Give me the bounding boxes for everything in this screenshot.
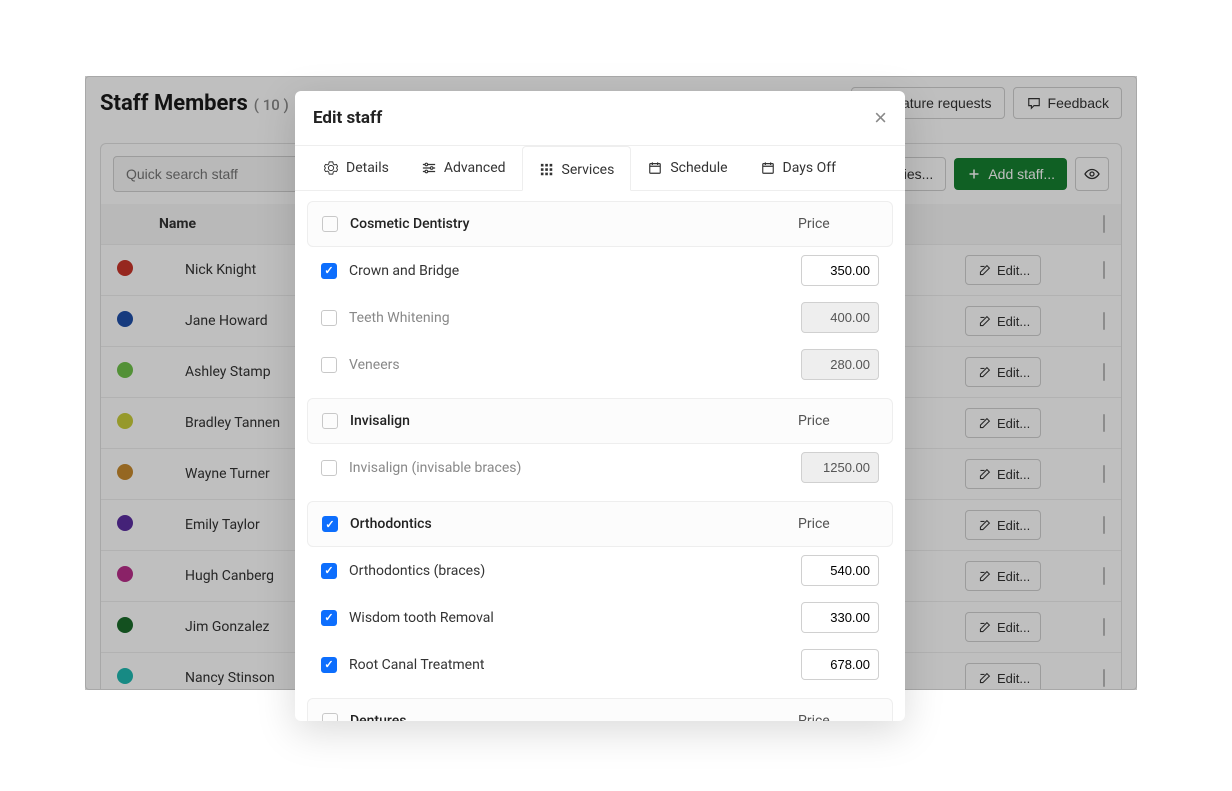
category-label: Cosmetic Dentistry bbox=[350, 216, 798, 232]
service-row: Invisalign (invisable braces) bbox=[307, 444, 893, 491]
calendar-icon bbox=[647, 160, 663, 176]
tab-services[interactable]: Services bbox=[522, 146, 632, 191]
price-header: Price bbox=[798, 216, 878, 232]
gear-icon bbox=[323, 160, 339, 176]
service-row: Crown and Bridge bbox=[307, 247, 893, 294]
services-list: Cosmetic DentistryPriceCrown and BridgeT… bbox=[295, 191, 905, 721]
category-label: Orthodontics bbox=[350, 516, 798, 532]
tab-schedule[interactable]: Schedule bbox=[631, 146, 743, 190]
category-checkbox[interactable] bbox=[322, 413, 338, 429]
service-row: Orthodontics (braces) bbox=[307, 547, 893, 594]
service-label: Root Canal Treatment bbox=[349, 657, 801, 673]
service-row: Teeth Whitening bbox=[307, 294, 893, 341]
category-checkbox[interactable] bbox=[322, 713, 338, 721]
modal-title: Edit staff bbox=[313, 108, 382, 128]
service-checkbox[interactable] bbox=[321, 357, 337, 373]
service-checkbox[interactable] bbox=[321, 563, 337, 579]
price-header: Price bbox=[798, 516, 878, 532]
service-category-header: DenturesPrice bbox=[307, 698, 893, 721]
price-input[interactable] bbox=[801, 602, 879, 633]
tab-details[interactable]: Details bbox=[307, 146, 405, 190]
category-checkbox[interactable] bbox=[322, 216, 338, 232]
service-checkbox[interactable] bbox=[321, 310, 337, 326]
service-checkbox[interactable] bbox=[321, 657, 337, 673]
service-checkbox[interactable] bbox=[321, 610, 337, 626]
tab-advanced[interactable]: Advanced bbox=[405, 146, 522, 190]
price-input[interactable] bbox=[801, 555, 879, 586]
calendar-off-icon bbox=[760, 160, 776, 176]
service-row: Wisdom tooth Removal bbox=[307, 594, 893, 641]
service-row: Veneers bbox=[307, 341, 893, 388]
price-input bbox=[801, 302, 879, 333]
grid-icon bbox=[539, 162, 555, 178]
service-label: Orthodontics (braces) bbox=[349, 563, 801, 579]
price-input[interactable] bbox=[801, 649, 879, 680]
service-label: Invisalign (invisable braces) bbox=[349, 460, 801, 476]
price-input[interactable] bbox=[801, 255, 879, 286]
service-row: Root Canal Treatment bbox=[307, 641, 893, 688]
service-checkbox[interactable] bbox=[321, 263, 337, 279]
category-label: Invisalign bbox=[350, 413, 798, 429]
service-label: Crown and Bridge bbox=[349, 263, 801, 279]
price-header: Price bbox=[798, 713, 878, 721]
service-category-header: Cosmetic DentistryPrice bbox=[307, 201, 893, 247]
modal-header: Edit staff × bbox=[295, 91, 905, 146]
price-input bbox=[801, 452, 879, 483]
sliders-icon bbox=[421, 160, 437, 176]
service-label: Veneers bbox=[349, 357, 801, 373]
service-checkbox[interactable] bbox=[321, 460, 337, 476]
close-icon[interactable]: × bbox=[874, 107, 887, 129]
category-label: Dentures bbox=[350, 713, 798, 721]
price-input bbox=[801, 349, 879, 380]
modal-tabs: Details Advanced Services Schedule Days … bbox=[295, 146, 905, 191]
category-checkbox[interactable] bbox=[322, 516, 338, 532]
edit-staff-modal: Edit staff × Details Advanced Services S… bbox=[295, 91, 905, 721]
service-label: Wisdom tooth Removal bbox=[349, 610, 801, 626]
service-label: Teeth Whitening bbox=[349, 310, 801, 326]
price-header: Price bbox=[798, 413, 878, 429]
service-category-header: OrthodonticsPrice bbox=[307, 501, 893, 547]
service-category-header: InvisalignPrice bbox=[307, 398, 893, 444]
tab-days-off[interactable]: Days Off bbox=[744, 146, 852, 190]
